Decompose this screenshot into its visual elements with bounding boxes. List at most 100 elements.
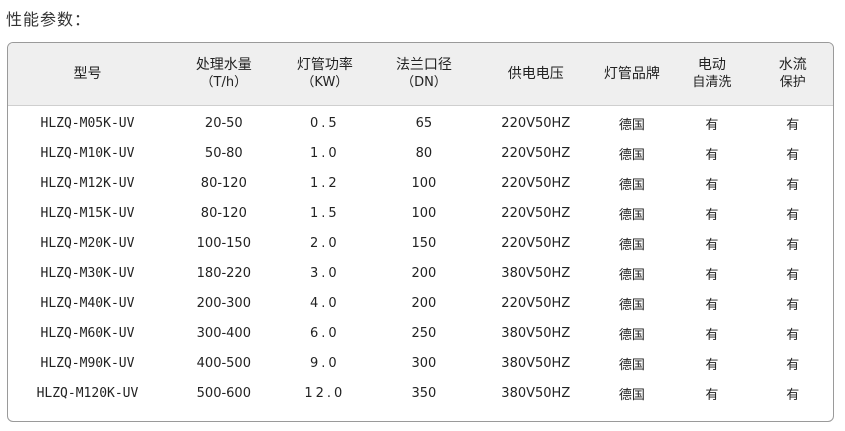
header-power-unit: （KW） [301,75,349,90]
cell-flow-protect: 有 [786,328,800,344]
header-model-label: 型号 [73,65,102,82]
cell-self-clean: 有 [705,328,719,344]
cell-flange: 250 [411,326,437,342]
cell-flow-protect: 有 [786,388,800,404]
cell-flange: 100 [411,175,437,191]
cell-flange: 200 [411,266,437,282]
cell-self-clean: 有 [705,268,719,284]
cell-flow: 80-120 [200,205,247,221]
cell-voltage: 220V50HZ [501,145,571,161]
cell-brand: 德国 [618,207,645,223]
cell-power: 1.2 [310,175,340,191]
table-row: HLZQ-M10K-UV 50-80 1.0 80 220V50HZ 德国 有 … [8,138,833,168]
header-brand-label: 灯管品牌 [603,65,660,82]
cell-voltage: 220V50HZ [501,175,571,191]
cell-flow-protect: 有 [786,358,800,374]
header-flange-unit: （DN） [401,75,447,90]
cell-flow: 20-50 [204,115,243,131]
cell-flow-protect: 有 [786,177,800,193]
cell-model: HLZQ-M12K-UV [40,175,135,191]
table-row: HLZQ-M05K-UV 20-50 0.5 65 220V50HZ 德国 有 … [8,108,833,138]
cell-power: 1.0 [310,145,340,161]
cell-flow: 100-150 [196,235,251,251]
cell-self-clean: 有 [705,207,719,223]
header-flow-label: 处理水量 [195,57,252,73]
header-self-clean-line1: 电动 [697,57,726,73]
cell-brand: 德国 [618,237,645,253]
table-row: HLZQ-M60K-UV 300-400 6.0 250 380V50HZ 德国… [8,319,833,349]
table-row: HLZQ-M90K-UV 400-500 9.0 300 380V50HZ 德国… [8,349,833,379]
header-brand: 灯管品牌 [593,66,671,83]
header-model: 型号 [8,66,167,83]
header-flange-label: 法兰口径 [395,57,452,73]
cell-brand: 德国 [618,117,645,133]
cell-power: 2.0 [310,235,340,251]
cell-model: HLZQ-M05K-UV [40,115,135,131]
table-row: HLZQ-M120K-UV 500-600 12.0 350 380V50HZ … [8,379,833,409]
cell-flow-protect: 有 [786,298,800,314]
cell-brand: 德国 [618,268,645,284]
cell-power: 1.5 [310,205,340,221]
cell-self-clean: 有 [705,298,719,314]
cell-model: HLZQ-M10K-UV [40,145,135,161]
section-title: 性能参数： [6,10,92,29]
cell-power: 9.0 [310,356,340,372]
cell-voltage: 220V50HZ [501,296,571,312]
cell-voltage: 380V50HZ [501,266,571,282]
header-voltage: 供电电压 [479,66,593,83]
header-self-clean: 电动 自清洗 [671,57,752,91]
cell-model: HLZQ-M60K-UV [40,326,135,342]
header-flow: 处理水量 （T/h） [167,57,281,91]
header-flange: 法兰口径 （DN） [369,57,479,91]
cell-flow-protect: 有 [786,268,800,284]
cell-voltage: 220V50HZ [501,235,571,251]
cell-brand: 德国 [618,328,645,344]
cell-voltage: 380V50HZ [501,356,571,372]
cell-power: 3.0 [310,266,340,282]
header-flow-unit: （T/h） [200,75,248,90]
page: 性能参数： 型号 处理水量 （T/h） 灯管功率 （KW） 法兰口径 （DN） … [0,0,845,431]
cell-flow: 200-300 [196,296,251,312]
table-header: 型号 处理水量 （T/h） 灯管功率 （KW） 法兰口径 （DN） 供电电压 灯… [8,43,833,106]
cell-flow-protect: 有 [786,117,800,133]
cell-power: 0.5 [310,115,340,131]
cell-flow: 500-600 [196,386,251,402]
cell-flow-protect: 有 [786,147,800,163]
cell-voltage: 380V50HZ [501,326,571,342]
spec-table: 型号 处理水量 （T/h） 灯管功率 （KW） 法兰口径 （DN） 供电电压 灯… [7,42,834,422]
cell-self-clean: 有 [705,117,719,133]
cell-brand: 德国 [618,147,645,163]
cell-self-clean: 有 [705,177,719,193]
cell-flange: 300 [411,356,437,372]
cell-model: HLZQ-M30K-UV [40,266,135,282]
cell-brand: 德国 [618,388,645,404]
cell-brand: 德国 [618,358,645,374]
cell-voltage: 220V50HZ [501,115,571,131]
header-power: 灯管功率 （KW） [281,57,369,91]
header-power-label: 灯管功率 [296,57,353,73]
cell-model: HLZQ-M20K-UV [40,235,135,251]
cell-flow: 50-80 [204,145,243,161]
cell-flow: 180-220 [196,266,251,282]
cell-self-clean: 有 [705,237,719,253]
header-flow-protect-line1: 水流 [778,57,807,73]
cell-power: 4.0 [310,296,340,312]
cell-voltage: 380V50HZ [501,386,571,402]
cell-model: HLZQ-M90K-UV [40,356,135,372]
cell-flange: 80 [415,145,433,161]
cell-power: 12.0 [304,386,346,402]
cell-flange: 200 [411,296,437,312]
table-body: HLZQ-M05K-UV 20-50 0.5 65 220V50HZ 德国 有 … [8,106,833,409]
cell-flange: 100 [411,205,437,221]
cell-flow-protect: 有 [786,237,800,253]
cell-flange: 350 [411,386,437,402]
cell-self-clean: 有 [705,388,719,404]
cell-self-clean: 有 [705,147,719,163]
cell-model: HLZQ-M15K-UV [40,205,135,221]
table-row: HLZQ-M40K-UV 200-300 4.0 200 220V50HZ 德国… [8,289,833,319]
cell-flow: 80-120 [200,175,247,191]
header-flow-protect-line2: 保护 [779,75,806,90]
header-voltage-label: 供电电压 [507,65,564,82]
cell-voltage: 220V50HZ [501,205,571,221]
table-row: HLZQ-M12K-UV 80-120 1.2 100 220V50HZ 德国 … [8,168,833,198]
